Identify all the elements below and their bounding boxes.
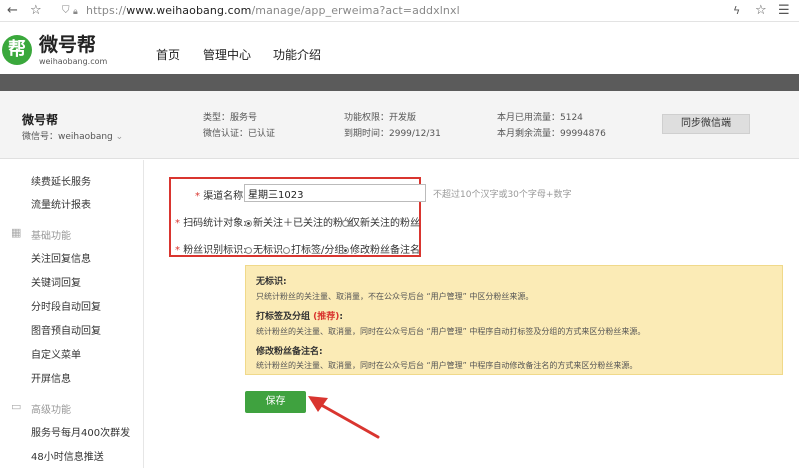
sidebar-group-advanced: 高级功能	[31, 405, 71, 416]
sidebar-item-timed-reply[interactable]: 分时段自动回复	[31, 298, 101, 313]
radio-unselected[interactable]	[342, 220, 349, 227]
back-arrow-icon[interactable]: ←	[7, 2, 18, 20]
traffic-used: 本月已用流量：5124	[497, 113, 583, 123]
sync-wechat-button[interactable]: 同步微信端	[662, 114, 750, 134]
notice-text-tag: 统计粉丝的关注量、取消量，同时在公众号后台 “用户管理” 中程序自动打标签及分组…	[256, 327, 646, 336]
star-outline-icon[interactable]: ☆	[755, 2, 767, 20]
scan-option-new-only[interactable]: 仅新关注的粉丝	[342, 214, 420, 229]
traffic-left: 本月剩余流量：99994876	[497, 129, 606, 139]
fans-id-label: * 粉丝识别标识:	[175, 245, 247, 256]
notice-heading-remark: 修改粉丝备注名:	[256, 347, 323, 357]
logo-badge[interactable]: 帮	[2, 35, 32, 65]
lock-icon: 🔒︎	[73, 7, 78, 17]
scan-option-new-and-existing[interactable]: 新关注＋已关注的粉丝	[245, 214, 353, 229]
shield-icon[interactable]: ⛉	[62, 2, 70, 20]
arrow-shaft	[314, 400, 380, 439]
account-expire: 到期时间：2999/12/31	[344, 129, 441, 139]
menu-icon[interactable]: ☰	[778, 2, 790, 20]
logo-name[interactable]: 微号帮	[39, 35, 96, 55]
notice-heading-tag: 打标签及分组 (推荐):	[256, 312, 343, 322]
sidebar: 续费延长服务 流量统计报表 ▦ 基础功能 关注回复信息 关键词回复 分时段自动回…	[0, 160, 144, 468]
sidebar-item-follow-reply[interactable]: 关注回复信息	[31, 250, 91, 265]
lightning-icon[interactable]: ϟ	[733, 2, 740, 20]
account-info-bar: 微号帮 微信号：weihaobang ⌄ 类型：服务号 微信认证：已认证 功能权…	[0, 91, 799, 159]
radio-unselected[interactable]	[245, 247, 252, 254]
explanation-panel: 无标识: 只统计粉丝的关注量、取消量，不在公众号后台 “用户管理” 中区分粉丝来…	[245, 265, 783, 375]
sidebar-group-basic: 基础功能	[31, 231, 71, 242]
account-permission: 功能权限：开发版	[344, 113, 417, 123]
notice-heading-none: 无标识:	[256, 277, 287, 287]
logo-domain: weihaobang.com	[39, 57, 108, 66]
account-wechat-id[interactable]: 微信号：weihaobang ⌄	[22, 129, 123, 142]
fans-option-none[interactable]: 无标识	[245, 241, 283, 256]
account-name: 微号帮	[22, 113, 59, 127]
nav-features[interactable]: 功能介绍	[273, 46, 321, 63]
chevron-down-icon: ⌄	[115, 132, 124, 142]
star-icon[interactable]: ☆	[30, 2, 42, 20]
header-divider	[0, 74, 799, 91]
sidebar-item-traffic-report[interactable]: 流量统计报表	[31, 196, 91, 211]
sidebar-item-custom-menu[interactable]: 自定义菜单	[31, 346, 81, 361]
account-type: 类型：服务号	[203, 113, 258, 123]
site-header: 帮 微号帮 weihaobang.com 首页 管理中心 功能介绍	[0, 22, 799, 74]
radio-unselected[interactable]	[283, 247, 290, 254]
notice-text-remark: 统计粉丝的关注量、取消量，同时在公众号后台 “用户管理” 中程序自动修改备注名的…	[256, 361, 638, 370]
channel-name-input[interactable]	[244, 184, 426, 202]
scan-target-label: * 扫码统计对象:	[175, 218, 247, 229]
channel-name-hint: 不超过10个汉字或30个字母+数字	[433, 190, 572, 200]
annotation-arrow	[308, 396, 380, 439]
radio-selected[interactable]	[342, 247, 349, 254]
nav-home[interactable]: 首页	[156, 46, 180, 63]
account-auth: 微信认证：已认证	[203, 129, 276, 139]
grid-icon: ▦	[11, 226, 22, 239]
fans-option-remark[interactable]: 修改粉丝备注名	[342, 241, 420, 256]
sidebar-item-48h-push[interactable]: 48小时信息推送	[31, 448, 104, 463]
sidebar-item-keyword-reply[interactable]: 关键词回复	[31, 274, 81, 289]
sidebar-item-mass-send[interactable]: 服务号每月400次群发	[31, 424, 130, 439]
browser-toolbar: ← ☆ ⛉ 🔒︎ https://www.weihaobang.com/mana…	[0, 0, 799, 22]
notice-text-none: 只统计粉丝的关注量、取消量，不在公众号后台 “用户管理” 中区分粉丝来源。	[256, 292, 534, 301]
address-bar[interactable]: https://www.weihaobang.com/manage/app_er…	[86, 3, 460, 19]
sidebar-item-media-reply[interactable]: 图音预自动回复	[31, 322, 101, 337]
fans-option-tag-group[interactable]: 打标签/分组	[283, 241, 344, 256]
sidebar-item-renew[interactable]: 续费延长服务	[31, 173, 91, 188]
radio-selected[interactable]	[245, 220, 252, 227]
nav-management[interactable]: 管理中心	[203, 46, 251, 63]
save-button[interactable]: 保存	[245, 391, 306, 413]
channel-name-label: * 渠道名称:	[195, 191, 247, 202]
inbox-icon: ▭	[11, 400, 22, 413]
sidebar-item-splash-info[interactable]: 开屏信息	[31, 370, 71, 385]
arrow-head	[308, 396, 328, 412]
